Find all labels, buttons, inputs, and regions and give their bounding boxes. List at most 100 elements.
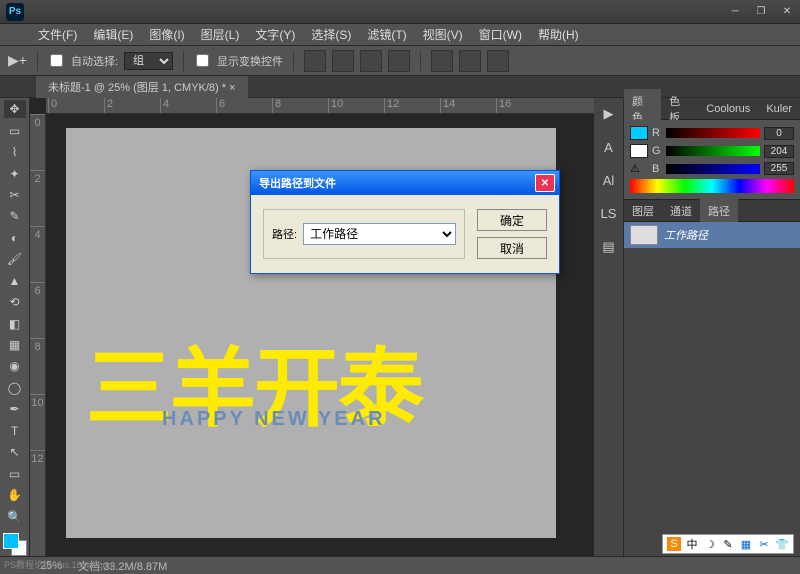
tray-icon[interactable]: 中 [685, 537, 699, 551]
eraser-tool[interactable]: ◧ [4, 314, 26, 332]
menu-image[interactable]: 图像(I) [141, 26, 192, 43]
b-value[interactable]: 255 [764, 162, 794, 175]
tray-icon[interactable]: ☽ [703, 537, 717, 551]
type-tool[interactable]: T [4, 422, 26, 440]
path-tool[interactable]: ↖ [4, 443, 26, 461]
tray-icon[interactable]: 👕 [775, 537, 789, 551]
color-spectrum[interactable] [630, 179, 794, 193]
auto-select-checkbox[interactable] [50, 54, 63, 67]
menu-window[interactable]: 窗口(W) [471, 26, 530, 43]
tray-icon[interactable]: ▦ [739, 537, 753, 551]
path-item[interactable]: 工作路径 [624, 222, 800, 248]
r-slider[interactable] [666, 128, 760, 138]
ps-logo: Ps [6, 3, 24, 21]
menubar: 文件(F) 编辑(E) 图像(I) 图层(L) 文字(Y) 选择(S) 滤镜(T… [0, 24, 800, 46]
tab-kuler[interactable]: Kuler [758, 99, 800, 119]
export-path-dialog: 导出路径到文件 ✕ 路径: 工作路径 确定 取消 [250, 170, 560, 274]
menu-file[interactable]: 文件(F) [30, 26, 85, 43]
maximize-button[interactable]: ❐ [748, 3, 774, 21]
path-label: 路径: [272, 226, 297, 242]
distribute-icon[interactable] [487, 50, 509, 72]
foreground-color[interactable] [3, 533, 19, 549]
tab-coolorus[interactable]: Coolorus [698, 99, 758, 119]
ruler-horizontal: 0246810121416 [46, 98, 594, 114]
layers-panel-icon[interactable]: ▤ [602, 239, 614, 255]
show-transform-checkbox[interactable] [196, 54, 209, 67]
gradient-tool[interactable]: ▦ [4, 336, 26, 354]
menu-view[interactable]: 视图(V) [415, 26, 471, 43]
menu-help[interactable]: 帮助(H) [530, 26, 587, 43]
shape-tool[interactable]: ▭ [4, 464, 26, 482]
menu-type[interactable]: 文字(Y) [247, 26, 303, 43]
auto-select-dropdown[interactable]: 组 [124, 52, 173, 70]
menu-edit[interactable]: 编辑(E) [85, 26, 141, 43]
para-panel-icon[interactable]: Al [603, 173, 615, 188]
canvas-area: 0246810121416 024681012 三羊开泰 HAPPY NEW Y… [30, 98, 594, 556]
distribute-icon[interactable] [459, 50, 481, 72]
history-tool[interactable]: ⟲ [4, 293, 26, 311]
ime-tray: S 中 ☽ ✎ ▦ ✂ 👕 [662, 534, 794, 554]
tray-icon[interactable]: ✂ [757, 537, 771, 551]
ls-panel-icon[interactable]: LS [601, 206, 617, 221]
align-icon[interactable] [332, 50, 354, 72]
marquee-tool[interactable]: ▭ [4, 121, 26, 139]
path-dropdown[interactable]: 工作路径 [303, 223, 456, 245]
paths-panel: 工作路径 [624, 222, 800, 556]
b-label: B [652, 163, 662, 175]
tab-channels[interactable]: 通道 [662, 199, 700, 223]
tray-icon[interactable]: ✎ [721, 537, 735, 551]
align-icon[interactable] [360, 50, 382, 72]
tray-icon[interactable]: S [667, 537, 681, 551]
distribute-icon[interactable] [431, 50, 453, 72]
statusbar: 25% 文档:33.2M/8.87M [0, 556, 800, 574]
color-swatches[interactable] [3, 533, 27, 556]
b-slider[interactable] [666, 164, 760, 174]
zoom-tool[interactable]: 🔍 [4, 507, 26, 525]
r-value[interactable]: 0 [764, 127, 794, 140]
document-tab[interactable]: 未标题-1 @ 25% (图层 1, CMYK/8) * × [36, 76, 248, 98]
color-panel: R 0 G 204 ⚠ B 255 [624, 120, 800, 200]
show-transform-label: 显示变换控件 [217, 53, 283, 69]
dodge-tool[interactable]: ◯ [4, 379, 26, 397]
warn-icon: ⚠ [630, 162, 648, 175]
heal-tool[interactable]: ◐ [4, 229, 26, 247]
bg-swatch[interactable] [630, 144, 648, 158]
hand-tool[interactable]: ✋ [4, 486, 26, 504]
menu-layer[interactable]: 图层(L) [193, 26, 248, 43]
stamp-tool[interactable]: ▲ [4, 272, 26, 290]
path-name: 工作路径 [664, 227, 708, 243]
align-icon[interactable] [388, 50, 410, 72]
menu-select[interactable]: 选择(S) [303, 26, 359, 43]
brush-tool[interactable]: 🖌 [4, 250, 26, 268]
dialog-titlebar[interactable]: 导出路径到文件 ✕ [251, 171, 559, 195]
expand-icon[interactable]: ▶ [604, 106, 614, 122]
minimize-button[interactable]: ─ [722, 3, 748, 21]
move-tool[interactable]: ✥ [4, 100, 26, 118]
align-icon[interactable] [304, 50, 326, 72]
close-button[interactable]: ✕ [774, 3, 800, 21]
pen-tool[interactable]: ✒ [4, 400, 26, 418]
g-value[interactable]: 204 [764, 145, 794, 158]
tab-layers[interactable]: 图层 [624, 199, 662, 223]
titlebar: Ps ─ ❐ ✕ [0, 0, 800, 24]
cancel-button[interactable]: 取消 [477, 237, 547, 259]
menu-filter[interactable]: 滤镜(T) [359, 26, 414, 43]
blur-tool[interactable]: ◉ [4, 357, 26, 375]
eyedropper-tool[interactable]: ✎ [4, 207, 26, 225]
artwork-sub-text: HAPPY NEW YEAR [162, 408, 386, 431]
tab-paths[interactable]: 路径 [700, 199, 738, 223]
window-controls: ─ ❐ ✕ [722, 3, 800, 21]
path-thumbnail [630, 225, 658, 245]
watermark: PS教程论坛 bbs.16xx8.com [4, 558, 115, 571]
ok-button[interactable]: 确定 [477, 209, 547, 231]
crop-tool[interactable]: ✂ [4, 186, 26, 204]
auto-select-label: 自动选择: [71, 53, 118, 69]
right-panels: ▶ A Al LS ▤ 颜色 色板 Coolorus Kuler R 0 [594, 98, 800, 556]
g-slider[interactable] [666, 146, 760, 156]
wand-tool[interactable]: ✦ [4, 164, 26, 182]
lasso-tool[interactable]: ⌇ [4, 143, 26, 161]
dialog-close-button[interactable]: ✕ [535, 174, 555, 192]
char-panel-icon[interactable]: A [604, 140, 613, 155]
paths-panel-tabs: 图层 通道 路径 [624, 200, 800, 222]
fg-swatch[interactable] [630, 126, 648, 140]
